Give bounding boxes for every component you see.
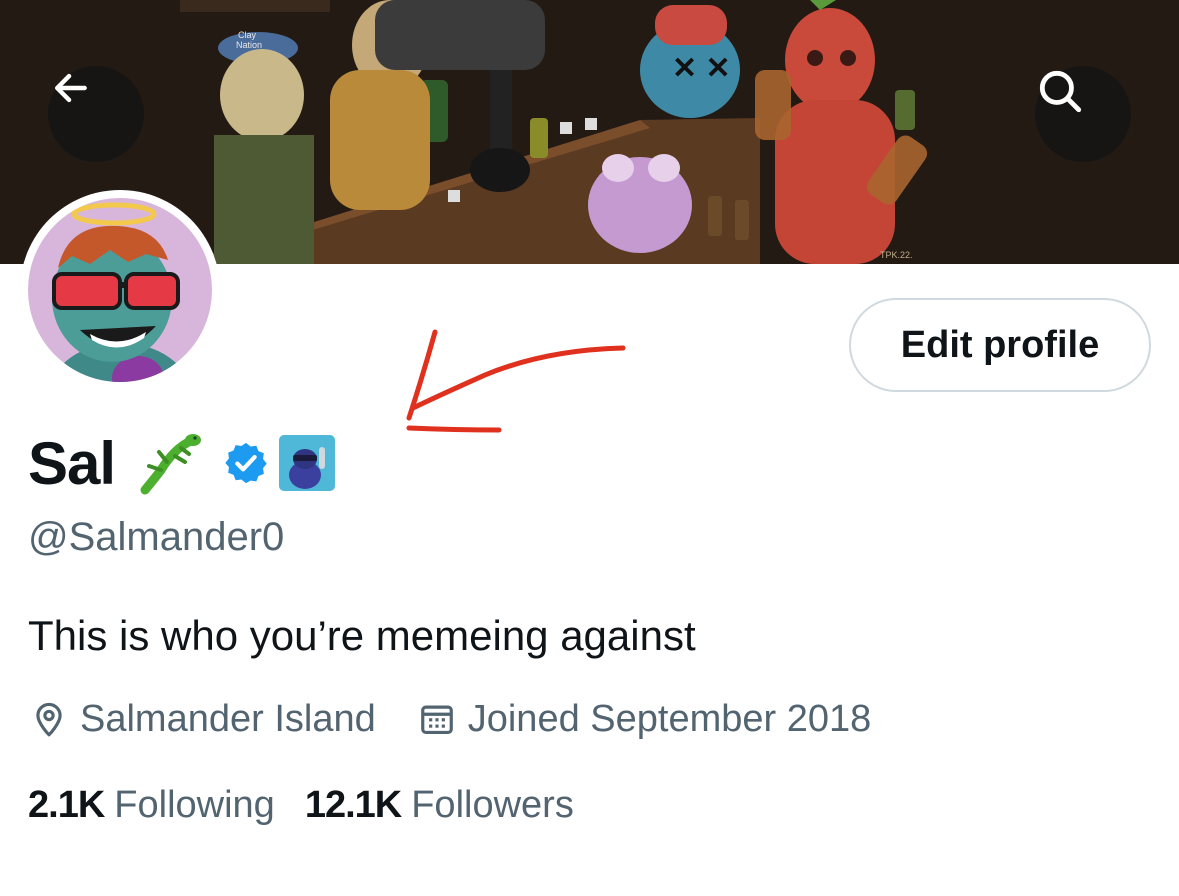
svg-text:✕ ✕: ✕ ✕ <box>672 52 731 85</box>
followers-count: 12.1K <box>304 783 402 826</box>
cap-text-1: Clay <box>238 30 257 40</box>
affiliate-badge-icon[interactable] <box>279 435 336 491</box>
verified-badge-icon[interactable] <box>223 440 269 486</box>
profile-handle: @Salmander0 <box>28 515 285 559</box>
avatar-illustration <box>28 198 212 382</box>
arrow-left-icon <box>54 73 87 103</box>
cap-text-2: Nation <box>236 40 262 50</box>
profile-meta: Salmander Island Joined September 2018 <box>30 697 871 741</box>
following-label: Following <box>114 783 275 826</box>
profile-avatar[interactable] <box>20 190 220 390</box>
calendar-icon <box>420 705 453 735</box>
search-icon <box>1039 70 1082 113</box>
profile-stats: 2.1K Following 12.1K Followers <box>28 783 574 827</box>
lizard-emoji-icon <box>140 434 202 495</box>
search-button[interactable] <box>1035 66 1131 162</box>
location-text: Salmander Island <box>80 697 376 740</box>
back-button[interactable] <box>48 66 144 162</box>
name-row: Sal <box>28 428 336 498</box>
following-count: 2.1K <box>28 783 105 826</box>
location-item: Salmander Island <box>30 698 376 741</box>
followers-label: Followers <box>411 783 574 826</box>
following-link[interactable]: 2.1K Following <box>28 784 275 827</box>
followers-link[interactable]: 12.1K Followers <box>305 784 574 827</box>
annotation-arrow <box>406 329 626 433</box>
banner-signature: TPK.22. <box>880 250 913 260</box>
joined-text: Joined September 2018 <box>467 697 872 740</box>
display-name: Sal <box>28 429 116 497</box>
joined-item: Joined September 2018 <box>418 697 872 741</box>
edit-profile-button[interactable]: Edit profile <box>849 298 1151 392</box>
profile-bio: This is who you’re memeing against <box>28 612 696 659</box>
avatar-image <box>28 198 212 382</box>
location-pin-icon <box>36 702 62 737</box>
